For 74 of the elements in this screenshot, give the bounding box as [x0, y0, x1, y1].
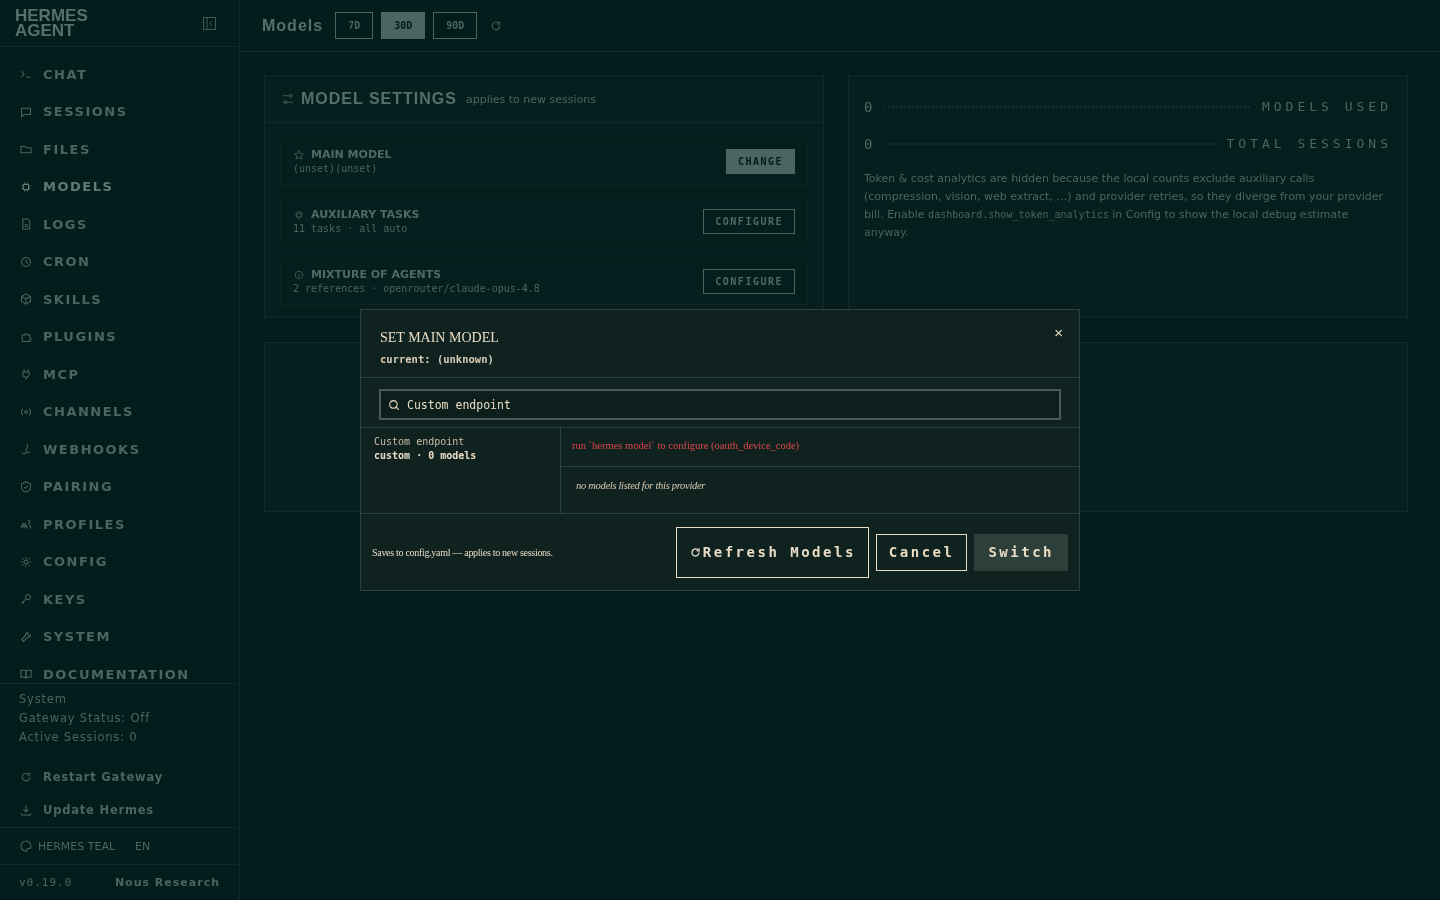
plug-icon: [19, 367, 33, 382]
stat-value: 0: [864, 135, 873, 152]
setting-button[interactable]: CONFIGURE: [703, 268, 795, 294]
document-icon: [19, 217, 33, 232]
nav-item[interactable]: FILES: [0, 130, 239, 168]
dialog-title: SET MAIN MODEL: [380, 330, 499, 346]
nav-item[interactable]: DOCUMENTATION: [0, 655, 239, 693]
nav-item[interactable]: PAIRING: [0, 467, 239, 506]
empty-message: no models listed for this provider: [575, 479, 707, 493]
error-message: run `hermes model` to configure (oauth_device_code): [561, 428, 1079, 467]
sidebar-collapse-icon[interactable]: [203, 16, 216, 30]
key-icon: [19, 592, 33, 607]
nav-item[interactable]: WEBHOOKS: [0, 430, 239, 468]
search-field[interactable]: Custom endpoint: [379, 389, 1061, 420]
wrench-icon: [19, 629, 33, 644]
status-text: Gateway Status: Off: [19, 709, 151, 727]
sidebar-action[interactable]: Update Hermes: [0, 793, 239, 827]
range-tab[interactable]: 90D: [433, 12, 478, 39]
provider-item[interactable]: Custom endpoint custom · 0 models: [361, 428, 560, 469]
range-tab[interactable]: 30D: [381, 12, 426, 39]
nav-item[interactable]: KEYS: [0, 580, 239, 618]
setting-button[interactable]: CONFIGURE: [703, 208, 795, 234]
refresh-models-button[interactable]: Refresh Models: [675, 526, 869, 578]
nav-item[interactable]: MODELS: [0, 167, 239, 206]
clock-icon: [19, 254, 33, 269]
nav-item[interactable]: LOGS: [0, 205, 239, 243]
nav-item[interactable]: CHAT: [0, 55, 239, 93]
range-tab[interactable]: 7D: [335, 12, 374, 39]
panel-subtitle: applies to new sessions: [465, 92, 596, 106]
search-icon: [388, 399, 400, 411]
footer-note: Saves to config.yaml — applies to new sessions.: [372, 546, 553, 558]
chip-icon: [293, 208, 305, 221]
nav-item[interactable]: PLUGINS: [0, 317, 239, 356]
stat-value: 0: [864, 98, 873, 115]
nav-item[interactable]: SKILLS: [0, 280, 239, 318]
settings-icon: [19, 554, 33, 569]
version-text: v0.19.0: [19, 876, 73, 890]
current-model-text: current: (unknown): [380, 353, 494, 365]
nav-item[interactable]: MCP: [0, 355, 239, 393]
info-icon: [293, 268, 305, 281]
setting-title: MIXTURE OF AGENTS: [311, 268, 442, 281]
stat-label: MODELS USED: [1261, 99, 1392, 114]
setting-value: (unset)(unset): [293, 163, 379, 174]
download-icon: [19, 803, 33, 818]
cancel-button[interactable]: Cancel: [875, 533, 968, 571]
theme-switcher[interactable]: HERMES TEAL: [19, 839, 116, 854]
setting-button[interactable]: CHANGE: [725, 148, 795, 174]
system-heading: System: [19, 690, 68, 708]
language-switcher[interactable]: EN: [135, 839, 151, 853]
cube-icon: [19, 292, 33, 307]
setting-title: MAIN MODEL: [311, 148, 392, 161]
sidebar-action[interactable]: Restart Gateway: [0, 760, 239, 794]
page-title: Models: [262, 16, 324, 35]
brand-logo: HERMES AGENT: [15, 8, 88, 39]
status-text: Active Sessions: 0: [19, 728, 139, 746]
stat-label: TOTAL SESSIONS: [1226, 136, 1392, 151]
nav-item[interactable]: PROFILES: [0, 505, 239, 543]
analytics-note: Token & cost analytics are hidden because the local counts exclude auxiliary calls (compression, vision, web extract, …) and provider retries, so they diverge from your provider bill. Enable dashboard.show_token_analytics in Config to show the local debug estimate anyway.: [864, 171, 1385, 241]
nav-item[interactable]: CONFIG: [0, 542, 239, 581]
setting-title: AUXILIARY TASKS: [311, 208, 420, 221]
refresh-icon: [688, 545, 702, 559]
nav-item[interactable]: CHANNELS: [0, 392, 239, 431]
org-link[interactable]: Nous Research: [114, 876, 220, 890]
sliders-icon: [281, 92, 295, 106]
star-icon: [293, 148, 305, 161]
panel-title: MODEL SETTINGS: [301, 90, 457, 108]
close-button[interactable]: ×: [1052, 322, 1065, 343]
nav-item[interactable]: CRON: [0, 242, 239, 281]
setting-value: 2 references · openrouter/claude-opus-4.8: [293, 283, 540, 294]
shield-icon: [19, 479, 33, 494]
nav-item[interactable]: SESSIONS: [0, 92, 239, 131]
setting-value: 11 tasks · all auto: [293, 223, 409, 234]
nav-item[interactable]: SYSTEM: [0, 617, 239, 656]
switch-button[interactable]: Switch: [974, 533, 1068, 571]
